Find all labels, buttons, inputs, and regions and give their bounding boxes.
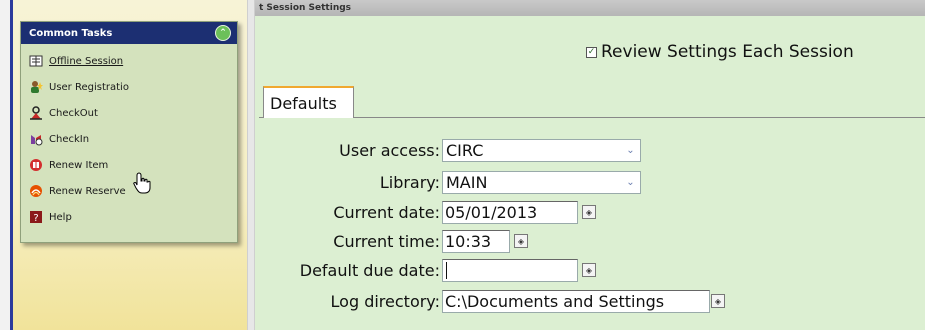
review-settings-checkbox-row[interactable]: ✓ Review Settings Each Session: [586, 40, 854, 64]
common-tasks-panel: Common Tasks ⌃ Offline Session User Regi…: [20, 21, 238, 243]
user-access-label: User access:: [339, 140, 440, 160]
log-directory-row: Log directory: C:\Documents and Settings…: [287, 289, 725, 313]
tab-defaults[interactable]: Defaults: [263, 86, 354, 118]
current-time-value: 10:33: [445, 231, 492, 251]
window-left-edge: [0, 0, 10, 330]
window-titlebar: t Session Settings: [255, 0, 925, 16]
library-select[interactable]: MAIN ⌄: [442, 170, 641, 194]
offline-session-icon: [29, 54, 43, 68]
current-date-value: 05/01/2013: [445, 202, 538, 222]
renew-item-icon: [29, 158, 43, 172]
library-label: Library:: [379, 172, 440, 192]
chevron-down-icon[interactable]: ⌄: [622, 141, 639, 160]
sidebar-item-label: Help: [49, 211, 72, 223]
current-time-field[interactable]: 10:33: [442, 229, 510, 253]
panel-divider[interactable]: [247, 0, 255, 330]
user-access-value: CIRC: [446, 140, 484, 160]
folder-browse-icon[interactable]: ◈: [711, 294, 725, 308]
sidebar-item-label: Renew Item: [49, 159, 109, 171]
sidebar-item-help[interactable]: ? Help: [21, 204, 237, 230]
user-access-select[interactable]: CIRC ⌄: [442, 138, 641, 162]
user-registration-icon: [29, 80, 43, 94]
due-date-picker-icon[interactable]: ◈: [582, 263, 596, 277]
sidebar-item-label: Offline Session: [49, 55, 124, 67]
sidebar-item-checkout[interactable]: CheckOut: [21, 100, 237, 126]
library-value: MAIN: [446, 172, 488, 192]
help-icon: ?: [29, 210, 43, 224]
text-caret: [446, 261, 447, 279]
chevron-down-icon[interactable]: ⌄: [622, 173, 639, 192]
sidebar-item-user-registration[interactable]: User Registratio: [21, 74, 237, 100]
log-directory-field[interactable]: C:\Documents and Settings: [442, 289, 710, 313]
sidebar-item-checkin[interactable]: CheckIn: [21, 126, 237, 152]
sidebar-item-renew-reserve[interactable]: Renew Reserve: [21, 178, 237, 204]
current-date-row: Current date: 05/01/2013 ◈: [287, 200, 596, 224]
tab-defaults-label: Defaults: [270, 93, 337, 113]
user-access-row: User access: CIRC ⌄: [287, 138, 641, 162]
sidebar-item-offline-session[interactable]: Offline Session: [21, 48, 237, 74]
collapse-chevron-icon[interactable]: ⌃: [215, 25, 231, 41]
review-settings-label: Review Settings Each Session: [601, 42, 854, 62]
review-settings-checkbox[interactable]: ✓: [586, 46, 597, 58]
default-due-date-row: Default due date: ◈: [269, 258, 596, 282]
date-picker-icon[interactable]: ◈: [582, 205, 596, 219]
log-directory-label: Log directory:: [330, 291, 440, 311]
current-date-field[interactable]: 05/01/2013: [442, 200, 578, 224]
default-due-date-label: Default due date:: [299, 260, 440, 280]
library-row: Library: MAIN ⌄: [287, 170, 641, 194]
hand-cursor-icon: [133, 172, 151, 194]
current-date-label: Current date:: [333, 202, 440, 222]
sidebar-item-renew-item[interactable]: Renew Item: [21, 152, 237, 178]
window-title: t Session Settings: [259, 3, 352, 13]
checkout-icon: [29, 106, 43, 120]
sidebar-item-label: CheckIn: [49, 133, 90, 145]
sidebar-item-label: Renew Reserve: [49, 185, 126, 197]
common-tasks-header: Common Tasks ⌃: [21, 22, 237, 44]
task-list: Offline Session User Registratio CheckOu…: [21, 44, 237, 230]
sidebar-item-label: CheckOut: [49, 107, 98, 119]
time-picker-icon[interactable]: ◈: [514, 234, 528, 248]
renew-reserve-icon: [29, 184, 43, 198]
svg-text:?: ?: [33, 213, 38, 224]
log-directory-value: C:\Documents and Settings: [445, 291, 665, 311]
default-due-date-field[interactable]: [442, 258, 578, 282]
current-time-label: Current time:: [333, 231, 440, 251]
sidebar-item-label: User Registratio: [49, 81, 129, 93]
current-time-row: Current time: 10:33 ◈: [287, 229, 528, 253]
checkin-icon: [29, 132, 43, 146]
common-tasks-title: Common Tasks: [29, 27, 113, 39]
session-settings-window: t Session Settings ✓ Review Settings Eac…: [255, 0, 925, 330]
